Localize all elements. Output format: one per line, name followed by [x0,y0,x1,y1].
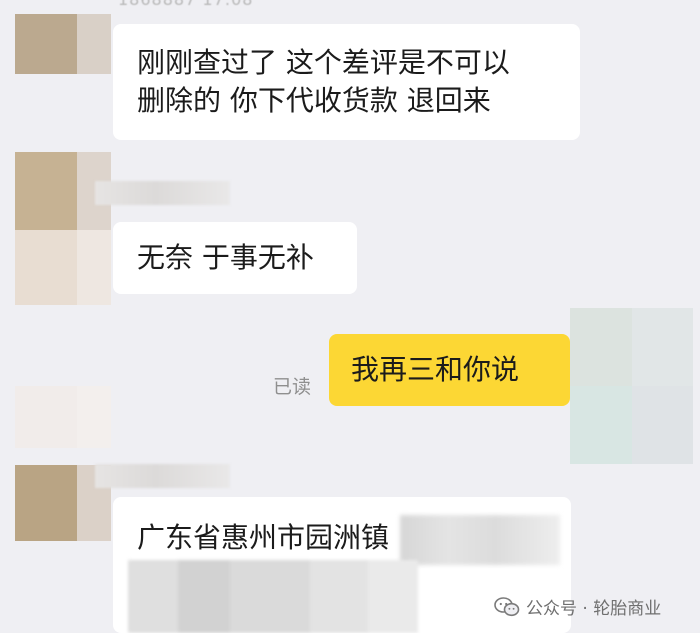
contact-avatar[interactable] [15,14,111,74]
message-bubble-incoming[interactable]: 无奈 于事无补 [113,222,357,294]
avatar-placeholder [15,230,111,305]
address-redaction [128,560,418,633]
wechat-icon [494,596,520,616]
message-text-line: 刚刚查过了 这个差评是不可以 [137,46,510,79]
watermark-text: 公众号 · 轮胎商业 [526,599,662,619]
message-text-line: 删除的 你下代收货款 退回来 [137,84,491,117]
message-bubble-incoming[interactable]: 刚刚查过了 这个差评是不可以 删除的 你下代收货款 退回来 [113,24,580,140]
message-bubble-outgoing[interactable]: 我再三和你说 [329,334,570,406]
watermark: 公众号 · 轮胎商业 [494,594,661,619]
sender-name-redacted [95,464,230,488]
read-status: 已读 [273,376,312,398]
avatar-placeholder [15,386,111,448]
message-text-line: 无奈 于事无补 [137,241,314,274]
sender-name-redacted [95,181,230,205]
message-text-line: 我再三和你说 [351,353,520,386]
address-redaction [400,515,560,565]
self-avatar[interactable] [570,308,693,464]
message-timestamp: 1868887 17:08 [118,0,253,9]
